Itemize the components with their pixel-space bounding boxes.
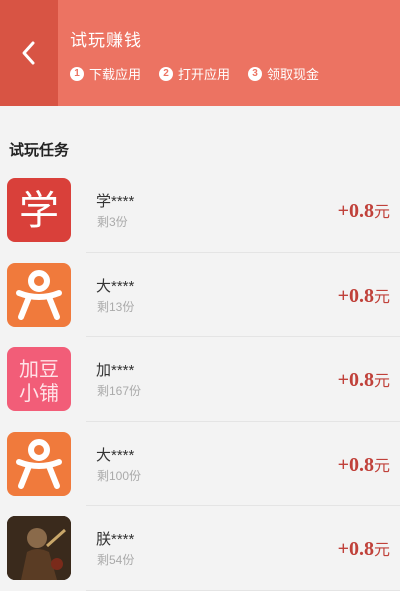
reward-amount: +0.8元 (337, 538, 390, 560)
svg-text:小铺: 小铺 (19, 381, 59, 405)
step-number-badge: 1 (70, 66, 84, 81)
remaining-count: 剩100份 (97, 468, 142, 483)
section-title: 试玩任务 (9, 142, 70, 159)
remaining-count: 剩13份 (97, 299, 135, 314)
app-name: 学**** (96, 193, 135, 210)
step-label: 领取现金 (267, 67, 320, 82)
xue-app-icon: 学 (7, 178, 71, 242)
page-title: 试玩赚钱 (70, 31, 142, 50)
app-name: 朕**** (96, 531, 135, 548)
app-name: 大**** (96, 446, 135, 464)
remaining-count: 剩3份 (97, 215, 128, 229)
steps-bar: 1 下载应用 2 打开应用 3 领取现金 (70, 64, 337, 83)
step-label: 下载应用 (89, 67, 142, 82)
chevron-left-icon (22, 41, 35, 65)
step-number-badge: 2 (159, 66, 174, 81)
task-row[interactable]: 学 学**** 剩3份 +0.8元 (0, 168, 400, 253)
game-app-icon (7, 516, 71, 580)
task-row[interactable]: 朕**** 剩54份 +0.8元 (0, 506, 400, 591)
back-button[interactable] (0, 0, 58, 106)
step-download: 1 下载应用 (70, 64, 141, 83)
step-open: 2 打开应用 (159, 64, 230, 83)
step-number-badge: 3 (248, 66, 263, 81)
step-label: 打开应用 (178, 67, 231, 82)
task-row[interactable]: 大**** 剩100份 +0.8元 (0, 422, 400, 507)
reward-amount: +0.8元 (337, 453, 390, 476)
step-claim: 3 领取现金 (248, 64, 319, 83)
top-header: 试玩赚钱 1 下载应用 2 打开应用 3 领取现金 (0, 0, 400, 106)
task-row[interactable]: 大**** 剩13份 +0.8元 (0, 253, 400, 338)
task-row[interactable]: 加豆 小铺 加**** 剩167份 +0.8元 (0, 337, 400, 422)
reward-amount: +0.8元 (337, 369, 390, 391)
svg-text:学: 学 (19, 188, 59, 234)
svg-text:加豆: 加豆 (19, 357, 59, 381)
person-app-icon (7, 431, 71, 496)
app-name: 加**** (96, 362, 135, 379)
app-name: 大**** (96, 277, 135, 295)
soy-app-icon: 加豆 小铺 (7, 347, 71, 411)
task-list: 学 学**** 剩3份 +0.8元 大**** 剩13份 +0.8元 加豆 小铺… (0, 168, 400, 591)
reward-amount: +0.8元 (337, 200, 390, 222)
remaining-count: 剩167份 (97, 384, 142, 398)
remaining-count: 剩54份 (97, 553, 135, 567)
person-app-icon (7, 262, 71, 327)
reward-amount: +0.8元 (337, 284, 390, 307)
